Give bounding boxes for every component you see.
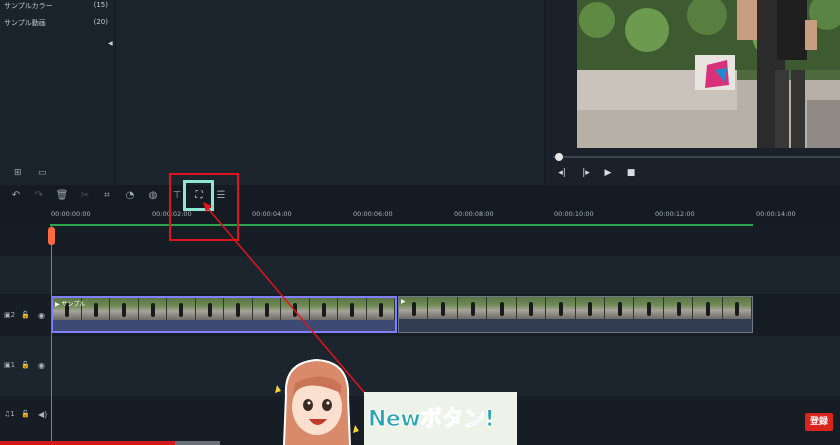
cut-icon[interactable]: ✂	[78, 189, 92, 203]
prev-frame-icon[interactable]: ◂|	[555, 168, 569, 178]
clip-play-icon: ▶ サンプル	[55, 301, 86, 308]
play-icon[interactable]: ▶	[601, 168, 615, 178]
speaker-icon[interactable]: ◀)	[38, 410, 47, 419]
media-library-panel: サンプルカラー (15) サンプル動画 (20) ◀ ⊞ ▭	[0, 0, 115, 185]
highlight-box-teal	[183, 180, 214, 211]
media-item-sample-videos[interactable]: サンプル動画 (20)	[4, 18, 108, 28]
video-track-1-icon: ▣1	[4, 361, 16, 369]
collapse-arrow-icon[interactable]: ◀	[108, 40, 113, 47]
video-clip[interactable]: ▶	[398, 296, 753, 333]
video-track-2-icon: ▣2	[4, 311, 16, 319]
video-preview	[577, 0, 840, 148]
clip-thumbnails	[399, 297, 752, 319]
ruler-label: 00:00:10:00	[554, 210, 594, 218]
undo-icon[interactable]: ↶	[9, 189, 23, 203]
playhead-line[interactable]	[51, 226, 52, 445]
audio-waveform	[53, 320, 395, 331]
ruler-label: 00:00:08:00	[454, 210, 494, 218]
color-icon[interactable]: ◍	[146, 189, 160, 203]
audio-track-1-icon: ♫1	[4, 410, 15, 418]
crop-icon[interactable]: ⌗	[100, 189, 114, 203]
lock-icon[interactable]: 🔓	[21, 410, 30, 418]
video-clip-selected[interactable]: ▶ サンプル	[51, 296, 397, 333]
video-track-1	[0, 336, 840, 396]
delete-icon[interactable]: 🗑	[55, 189, 69, 203]
media-preview-area	[116, 0, 544, 185]
play-frame-icon[interactable]: |▸	[579, 168, 593, 178]
clip-play-icon: ▶	[401, 298, 406, 305]
media-item-count: (20)	[93, 18, 108, 26]
video-progress-fill	[0, 441, 175, 445]
media-item-label: サンプル動画	[4, 19, 46, 27]
track-number: 2	[10, 311, 16, 319]
eye-icon[interactable]: ◉	[38, 311, 45, 320]
folder-icon[interactable]: ▭	[38, 168, 47, 178]
empty-track-top	[0, 226, 840, 256]
scrubber-handle[interactable]	[555, 153, 563, 161]
ruler-label: 00:00:06:00	[353, 210, 393, 218]
lock-icon[interactable]: 🔓	[21, 361, 30, 369]
media-item-count: (15)	[93, 1, 108, 9]
empty-track-spacer	[0, 256, 840, 294]
new-folder-icon[interactable]: ⊞	[14, 168, 22, 178]
clip-title: サンプル	[61, 301, 86, 308]
track-number: 1	[10, 361, 16, 369]
track-number: 1	[10, 410, 15, 418]
character-illustration	[275, 358, 359, 445]
audio-waveform	[399, 319, 752, 332]
ruler-label: 00:00:00:00	[51, 210, 91, 218]
stop-icon[interactable]: ■	[624, 168, 638, 178]
playback-scrubber[interactable]	[553, 156, 840, 158]
lock-icon[interactable]: 🔓	[21, 311, 30, 319]
playhead-handle[interactable]	[48, 227, 55, 245]
ruler-label: 00:00:04:00	[252, 210, 292, 218]
callout-banner-text: Newボタン!	[367, 407, 495, 433]
speed-icon[interactable]: ◔	[123, 189, 137, 203]
media-item-label: サンプルカラー	[4, 2, 53, 10]
ruler-label: 00:00:14:00	[756, 210, 796, 218]
redo-icon[interactable]: ↷	[32, 189, 46, 203]
ruler-label: 00:00:12:00	[655, 210, 695, 218]
subscribe-badge[interactable]: 登録	[805, 413, 833, 431]
media-item-sample-colors[interactable]: サンプルカラー (15)	[4, 1, 108, 11]
clip-thumbnails	[53, 298, 395, 320]
eye-icon[interactable]: ◉	[38, 361, 45, 370]
